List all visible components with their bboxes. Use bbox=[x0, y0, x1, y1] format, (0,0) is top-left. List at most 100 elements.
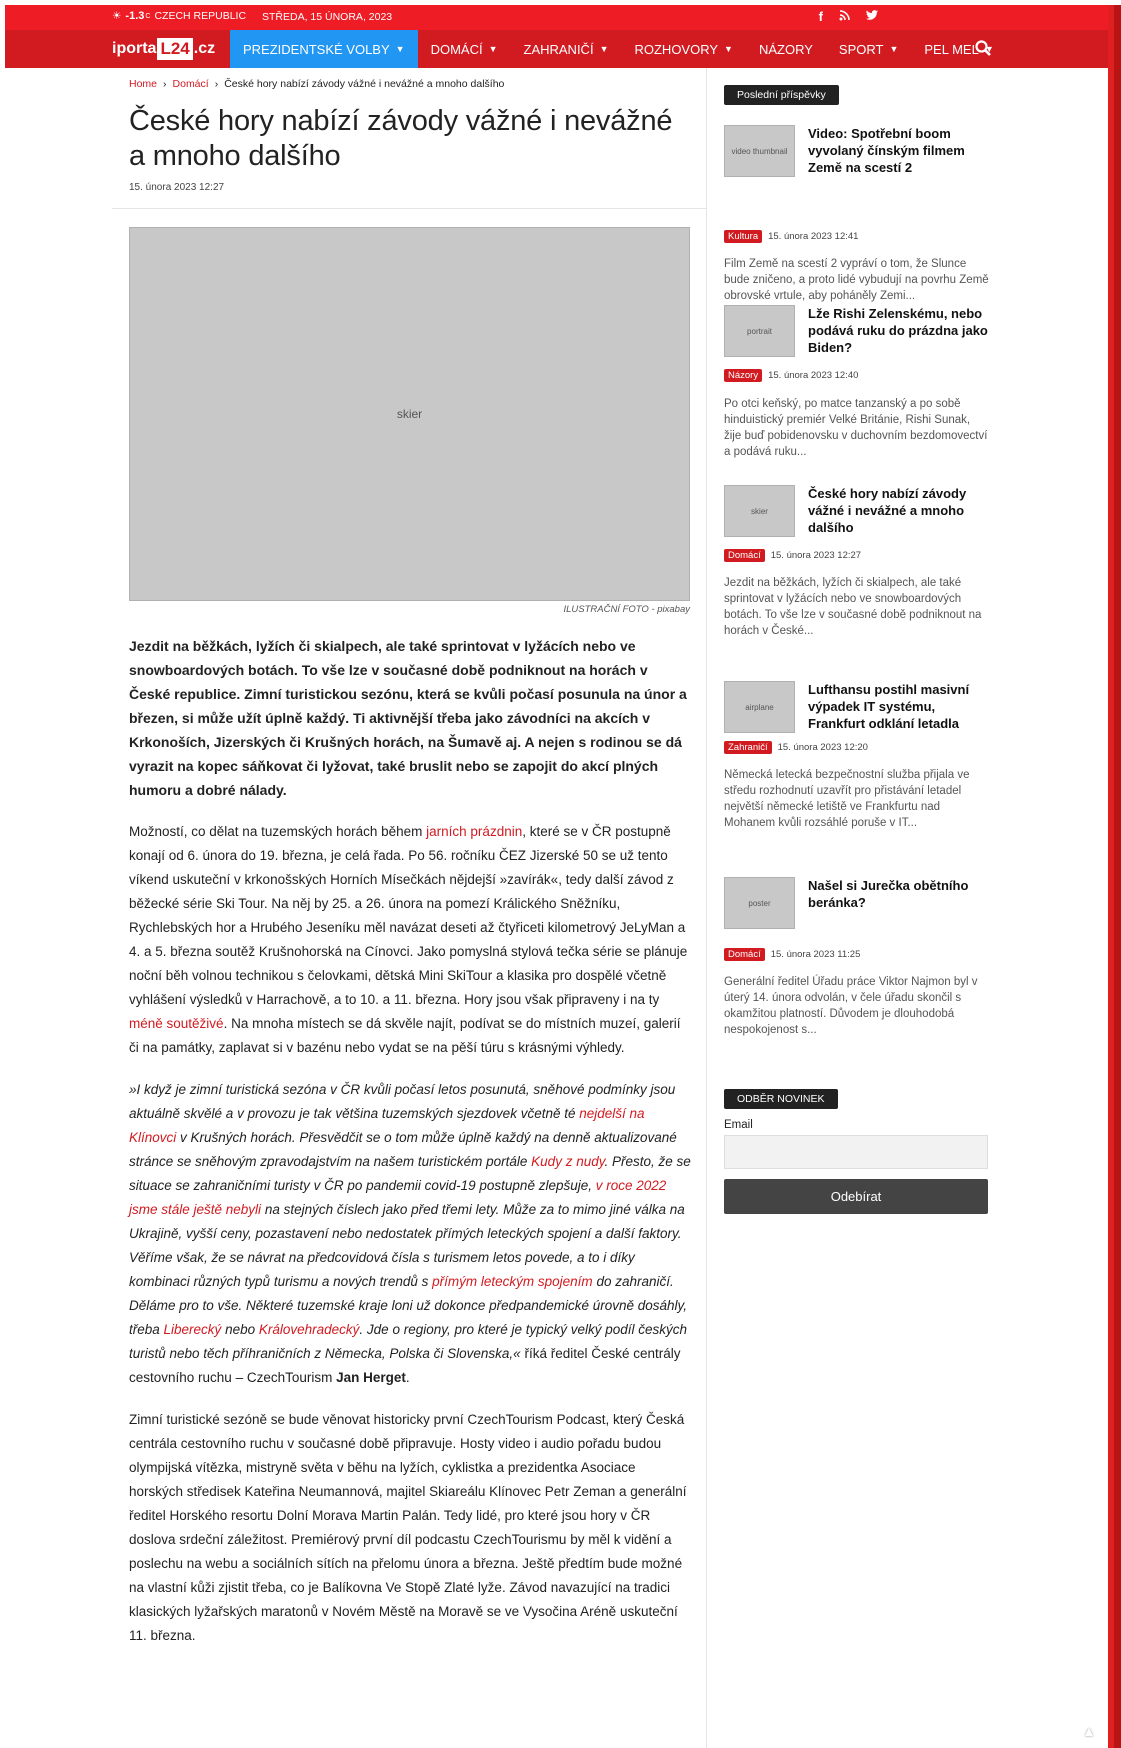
article-paragraph: Možností, co dělat na tuzemských horách … bbox=[129, 820, 691, 1060]
post-thumbnail[interactable]: poster bbox=[724, 877, 795, 929]
article-hero-image: skier bbox=[129, 227, 690, 601]
article-title: České hory nabízí závody vážné i nevážné… bbox=[129, 105, 673, 172]
inline-link[interactable]: méně soutěživé bbox=[129, 1016, 224, 1031]
header-divider bbox=[112, 208, 706, 209]
nav-item-nazory[interactable]: NÁZORY bbox=[746, 30, 826, 68]
chevron-down-icon: ▼ bbox=[599, 44, 609, 54]
post-date: 15. února 2023 12:20 bbox=[777, 742, 868, 753]
post-meta: Zahraničí 15. února 2023 12:20 bbox=[724, 741, 868, 754]
post-thumbnail[interactable]: portrait bbox=[724, 305, 795, 357]
post-category[interactable]: Zahraničí bbox=[724, 741, 772, 754]
chevron-down-icon: ▼ bbox=[488, 44, 498, 54]
main-nav: iporta L24 .cz PREZIDENTSKÉ VOLBY ▼ DOMÁCÍ ▼… bbox=[5, 30, 1108, 68]
post-title[interactable]: Video: Spotřební boom vyvolaný čínským f… bbox=[808, 125, 989, 176]
post-category[interactable]: Kultura bbox=[724, 230, 763, 243]
thumbnail-alt: skier bbox=[751, 506, 768, 516]
post-excerpt: Generální ředitel Úřadu práce Viktor Naj… bbox=[724, 976, 978, 1036]
breadcrumb: Home › Domácí › České hory nabízí závody… bbox=[129, 78, 689, 90]
post-thumbnail[interactable]: video thumbnail bbox=[724, 125, 795, 177]
chevron-down-icon: ▼ bbox=[395, 44, 405, 54]
post-title[interactable]: Našel si Jurečka obětního beránka? bbox=[808, 877, 989, 911]
post-category[interactable]: Domácí bbox=[724, 549, 765, 562]
text: , které se v ČR postupně konají od 6. ún… bbox=[129, 824, 688, 1007]
logo-text: iporta bbox=[112, 40, 157, 57]
nav-item-prezidentske-volby[interactable]: PREZIDENTSKÉ VOLBY ▼ bbox=[230, 30, 418, 68]
chevron-down-icon: ▼ bbox=[724, 44, 733, 54]
article-quote: »I když je zimní turistická sezóna v ČR … bbox=[129, 1078, 691, 1390]
breadcrumb-current: České hory nabízí závody vážné i nevážné… bbox=[224, 78, 505, 90]
article-date: 15. února 2023 12:27 bbox=[129, 182, 225, 193]
inline-link[interactable]: Liberecký bbox=[164, 1322, 222, 1337]
post-title[interactable]: Lufthansu postihl masivní výpadek IT sys… bbox=[808, 681, 989, 732]
nav-item-label: PEL MEL bbox=[924, 41, 979, 57]
nav-item-label: ZAHRANIČÍ bbox=[523, 41, 594, 57]
nav-item-label: DOMÁCÍ bbox=[430, 41, 483, 57]
column-divider bbox=[706, 68, 707, 1748]
post-excerpt: Německá letecká bezpečnostní služba přij… bbox=[724, 769, 970, 829]
thumbnail-alt: airplane bbox=[745, 702, 774, 712]
nav-item-label: NÁZORY bbox=[758, 41, 813, 57]
nav-item-zahranici[interactable]: ZAHRANIČÍ ▼ bbox=[511, 30, 622, 68]
article-body: Jezdit na běžkách, lyžích či skialpech, … bbox=[129, 634, 691, 1666]
inline-link[interactable]: Královehradecký bbox=[259, 1322, 360, 1337]
location: CZECH REPUBLIC bbox=[154, 10, 247, 22]
text: nebo bbox=[221, 1322, 259, 1337]
post-meta: Domácí 15. února 2023 12:27 bbox=[724, 549, 861, 562]
sidebar-title: Poslední příspěvky bbox=[724, 85, 839, 105]
email-label: Email bbox=[724, 1119, 753, 1131]
post-category[interactable]: Domácí bbox=[724, 948, 765, 961]
article-paragraph: Zimní turistické sezóně se bude věnovat … bbox=[129, 1412, 687, 1643]
quote-author: Jan Herget bbox=[336, 1370, 406, 1385]
post-thumbnail[interactable]: skier bbox=[724, 485, 795, 537]
top-date: STŘEDA, 15 ÚNORA, 2023 bbox=[262, 11, 393, 23]
text: Možností, co dělat na tuzemských horách … bbox=[129, 824, 427, 839]
article-header: Home › Domácí › České hory nabízí závody… bbox=[129, 78, 689, 193]
logo-box: L24 bbox=[157, 38, 193, 60]
nav-item-rozhovory[interactable]: ROZHOVORY ▼ bbox=[621, 30, 745, 68]
logo-suffix: .cz bbox=[193, 40, 216, 57]
nav-item-pel-mel[interactable]: PEL MEL ▼ bbox=[911, 30, 1006, 68]
post-title[interactable]: Lže Rishi Zelenskému, nebo podává ruku d… bbox=[808, 305, 989, 356]
inline-link[interactable]: přímým leteckým spojením bbox=[432, 1274, 593, 1289]
post-title[interactable]: České hory nabízí závody vážné i nevážné… bbox=[808, 485, 989, 536]
inline-link[interactable]: jarních prázdnin bbox=[426, 824, 522, 839]
breadcrumb-separator: › bbox=[163, 78, 167, 90]
temperature: -1.3 bbox=[125, 10, 145, 22]
facebook-icon[interactable]: f bbox=[819, 9, 823, 24]
social-links: f bbox=[819, 9, 878, 24]
weather: ☀ -1.3 C CZECH REPUBLIC bbox=[112, 10, 246, 22]
breadcrumb-home[interactable]: Home bbox=[129, 78, 157, 90]
nav-item-domaci[interactable]: DOMÁCÍ ▼ bbox=[418, 30, 511, 68]
post-excerpt: Po otci keňský, po matce tanzanský a po … bbox=[724, 398, 988, 458]
post-date: 15. února 2023 12:27 bbox=[770, 550, 862, 561]
nav-item-label: SPORT bbox=[838, 41, 884, 57]
temperature-unit: C bbox=[145, 12, 151, 20]
newsletter-widget: ODBĚR NOVINEK Email Odebírat bbox=[724, 1089, 988, 1214]
subscribe-button[interactable]: Odebírat bbox=[724, 1179, 988, 1214]
nav-item-sport[interactable]: SPORT ▼ bbox=[826, 30, 911, 68]
scroll-to-top-icon[interactable]: ▲ bbox=[1082, 1723, 1096, 1739]
post-date: 15. února 2023 11:25 bbox=[770, 949, 861, 960]
post-date: 15. února 2023 12:40 bbox=[768, 370, 859, 381]
email-field[interactable] bbox=[724, 1135, 988, 1169]
text: . bbox=[405, 1370, 410, 1385]
sidebar: Poslední příspěvky video thumbnail Video… bbox=[724, 85, 989, 1036]
twitter-icon[interactable] bbox=[866, 9, 878, 24]
post-category[interactable]: Názory bbox=[724, 369, 763, 382]
post-meta: Kultura 15. února 2023 12:41 bbox=[724, 230, 858, 243]
inline-link[interactable]: Kudy z nudy bbox=[531, 1154, 604, 1169]
post-thumbnail[interactable]: airplane bbox=[724, 681, 795, 733]
nav-item-label: PREZIDENTSKÉ VOLBY bbox=[243, 41, 390, 57]
thumbnail-alt: video thumbnail bbox=[731, 146, 788, 156]
breadcrumb-section[interactable]: Domácí bbox=[173, 78, 209, 90]
site-logo[interactable]: iporta L24 .cz bbox=[112, 36, 215, 62]
sun-icon: ☀ bbox=[112, 10, 122, 22]
newsletter-title: ODBĚR NOVINEK bbox=[724, 1089, 838, 1109]
nav-menu: PREZIDENTSKÉ VOLBY ▼ DOMÁCÍ ▼ ZAHRANIČÍ ▼ R… bbox=[230, 30, 1007, 68]
post-meta: Názory 15. února 2023 12:40 bbox=[724, 369, 858, 382]
rss-icon[interactable] bbox=[839, 9, 850, 24]
right-edge-bar bbox=[1108, 5, 1121, 1748]
search-icon[interactable] bbox=[975, 40, 991, 61]
article-lead: Jezdit na běžkách, lyžích či skialpech, … bbox=[129, 638, 687, 798]
nav-item-label: ROZHOVORY bbox=[634, 41, 719, 57]
